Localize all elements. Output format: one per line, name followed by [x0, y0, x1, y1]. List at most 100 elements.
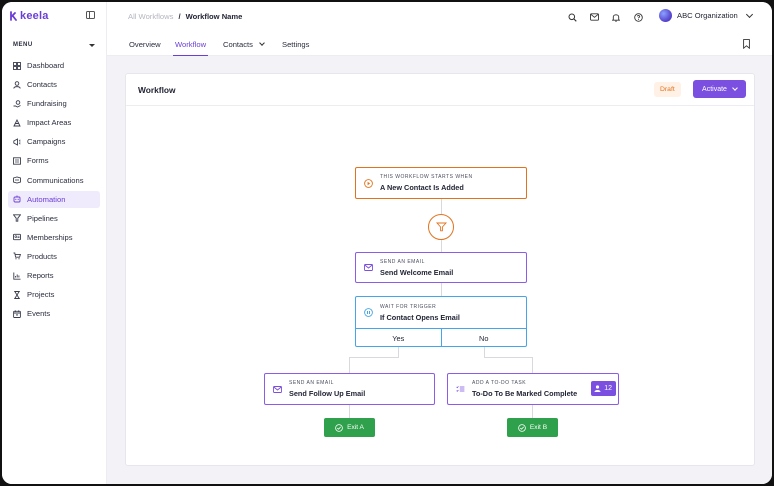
sidebar-item-products[interactable]: Products: [8, 248, 100, 265]
sidebar-item-contacts[interactable]: Contacts: [8, 76, 100, 93]
workflow-card: Workflow Draft Activate THIS WORKFLOW ST…: [125, 73, 755, 466]
tab-workflow[interactable]: Workflow: [172, 32, 209, 56]
caret-down-icon: [89, 43, 95, 47]
help-icon[interactable]: [632, 11, 644, 23]
sidebar-item-label: Campaigns: [27, 137, 66, 147]
impact-areas-icon: [13, 118, 21, 127]
connector-line: [441, 199, 442, 214]
connector-line: [484, 357, 532, 358]
node-kicker: THIS WORKFLOW STARTS WHEN: [380, 174, 473, 180]
filter-node[interactable]: [428, 214, 454, 240]
sidebar-item-projects[interactable]: Projects: [8, 286, 100, 303]
check-circle-icon: [518, 423, 526, 432]
page-title: Workflow Name: [185, 12, 243, 21]
branch-yes[interactable]: Yes: [356, 329, 441, 347]
check-circle-icon: [335, 423, 343, 432]
contact-count-badge[interactable]: 12: [591, 381, 616, 396]
task-list-icon: [456, 385, 465, 392]
sidebar-item-memberships[interactable]: Memberships: [8, 229, 100, 246]
organization-switcher[interactable]: ABC Organization: [659, 9, 753, 22]
sidebar-item-label: Projects: [27, 290, 55, 300]
connector-line: [349, 357, 350, 373]
pause-icon: [364, 308, 373, 317]
tab-label: Workflow: [175, 39, 207, 49]
sidebar-item-label: Communications: [27, 175, 84, 185]
connector-line: [349, 405, 350, 418]
mail-icon[interactable]: [588, 11, 600, 23]
branch-no[interactable]: No: [440, 329, 527, 347]
bookmark-icon[interactable]: [743, 39, 750, 49]
wait-node-body: WAIT FOR TRIGGER If Contact Opens Email: [356, 297, 526, 328]
sidebar-item-automation[interactable]: Automation: [8, 190, 100, 208]
sidebar-item-impact-areas[interactable]: Impact Areas: [8, 114, 100, 131]
node-kicker: WAIT FOR TRIGGER: [380, 303, 437, 310]
app-window: keela MENU Dashboard Contacts Fundraisin…: [2, 2, 772, 484]
sidebar-item-forms[interactable]: Forms: [8, 152, 100, 169]
contacts-icon: [13, 80, 21, 89]
exit-label: Exit A: [347, 424, 364, 431]
connector-line: [484, 347, 485, 357]
contact-count: 12: [604, 385, 612, 392]
campaigns-icon: [13, 138, 21, 146]
header-actions: [566, 11, 644, 23]
dashboard-icon: [13, 61, 21, 70]
sidebar-item-label: Fundraising: [27, 99, 67, 109]
automation-icon: [13, 195, 21, 203]
sidebar-item-label: Impact Areas: [27, 118, 72, 128]
person-icon: [594, 385, 601, 392]
sidebar-item-label: Events: [27, 309, 51, 319]
sidebar-item-label: Reports: [27, 271, 54, 281]
send-email-node-follow-up[interactable]: SEND AN EMAIL Send Follow Up Email: [264, 373, 435, 405]
sidebar-collapse-icon[interactable]: [86, 11, 95, 19]
bell-icon[interactable]: [610, 11, 622, 23]
mail-icon: [273, 385, 282, 393]
tab-settings[interactable]: Settings: [282, 32, 309, 56]
branch-split: Yes No: [356, 328, 526, 347]
sidebar-item-reports[interactable]: Reports: [8, 267, 100, 284]
sidebar-item-events[interactable]: Events: [8, 305, 100, 322]
filter-icon: [435, 222, 447, 232]
wait-for-trigger-node[interactable]: WAIT FOR TRIGGER If Contact Opens Email …: [355, 296, 527, 347]
node-kicker: SEND AN EMAIL: [380, 258, 425, 265]
tab-overview[interactable]: Overview: [129, 32, 161, 56]
sidebar-item-dashboard[interactable]: Dashboard: [8, 57, 100, 74]
add-task-node[interactable]: ADD A TO-DO TASK To-Do To Be Marked Comp…: [447, 373, 619, 405]
memberships-icon: [13, 234, 21, 241]
node-kicker: SEND AN EMAIL: [289, 380, 334, 386]
sidebar-item-pipelines[interactable]: Pipelines: [8, 210, 100, 227]
tab-contacts[interactable]: Contacts: [223, 32, 265, 56]
node-title: A New Contact Is Added: [380, 183, 464, 192]
sidebar-item-fundraising[interactable]: Fundraising: [8, 95, 100, 112]
breadcrumb-all-workflows[interactable]: All Workflows: [128, 12, 173, 21]
fundraising-icon: [13, 99, 21, 108]
connector-line: [532, 405, 533, 418]
keela-logo-icon: [10, 11, 17, 21]
top-header: All Workflows / Workflow Name ABC Organi…: [107, 2, 772, 32]
exit-b-button[interactable]: Exit B: [507, 418, 558, 437]
logo[interactable]: keela: [10, 10, 49, 22]
forms-icon: [13, 157, 21, 165]
events-icon: [13, 310, 21, 318]
exit-label: Exit B: [529, 424, 548, 431]
menu-header[interactable]: MENU: [13, 42, 95, 48]
connector-line: [349, 357, 399, 358]
sidebar-item-campaigns[interactable]: Campaigns: [8, 133, 100, 150]
projects-icon: [14, 290, 20, 299]
sidebar-item-label: Pipelines: [27, 213, 58, 223]
trigger-node[interactable]: THIS WORKFLOW STARTS WHEN A New Contact …: [355, 167, 527, 199]
exit-a-button[interactable]: Exit A: [324, 418, 375, 437]
sidebar-item-label: Automation: [27, 194, 66, 204]
sidebar-item-label: Products: [27, 251, 57, 261]
brand-name: keela: [20, 10, 49, 22]
node-kicker: ADD A TO-DO TASK: [472, 380, 527, 386]
send-email-node-welcome[interactable]: SEND AN EMAIL Send Welcome Email: [355, 252, 527, 283]
mail-icon: [364, 264, 373, 271]
sidebar-item-communications[interactable]: Communications: [8, 172, 100, 189]
chevron-down-icon: [745, 10, 753, 18]
pipelines-icon: [13, 214, 21, 222]
search-icon[interactable]: [566, 11, 578, 23]
breadcrumb: All Workflows / Workflow Name: [128, 12, 242, 21]
node-title: Send Welcome Email: [380, 267, 454, 277]
sidebar-nav: Dashboard Contacts Fundraising Impact Ar…: [8, 57, 100, 324]
main-content: Workflow Draft Activate THIS WORKFLOW ST…: [107, 56, 772, 484]
